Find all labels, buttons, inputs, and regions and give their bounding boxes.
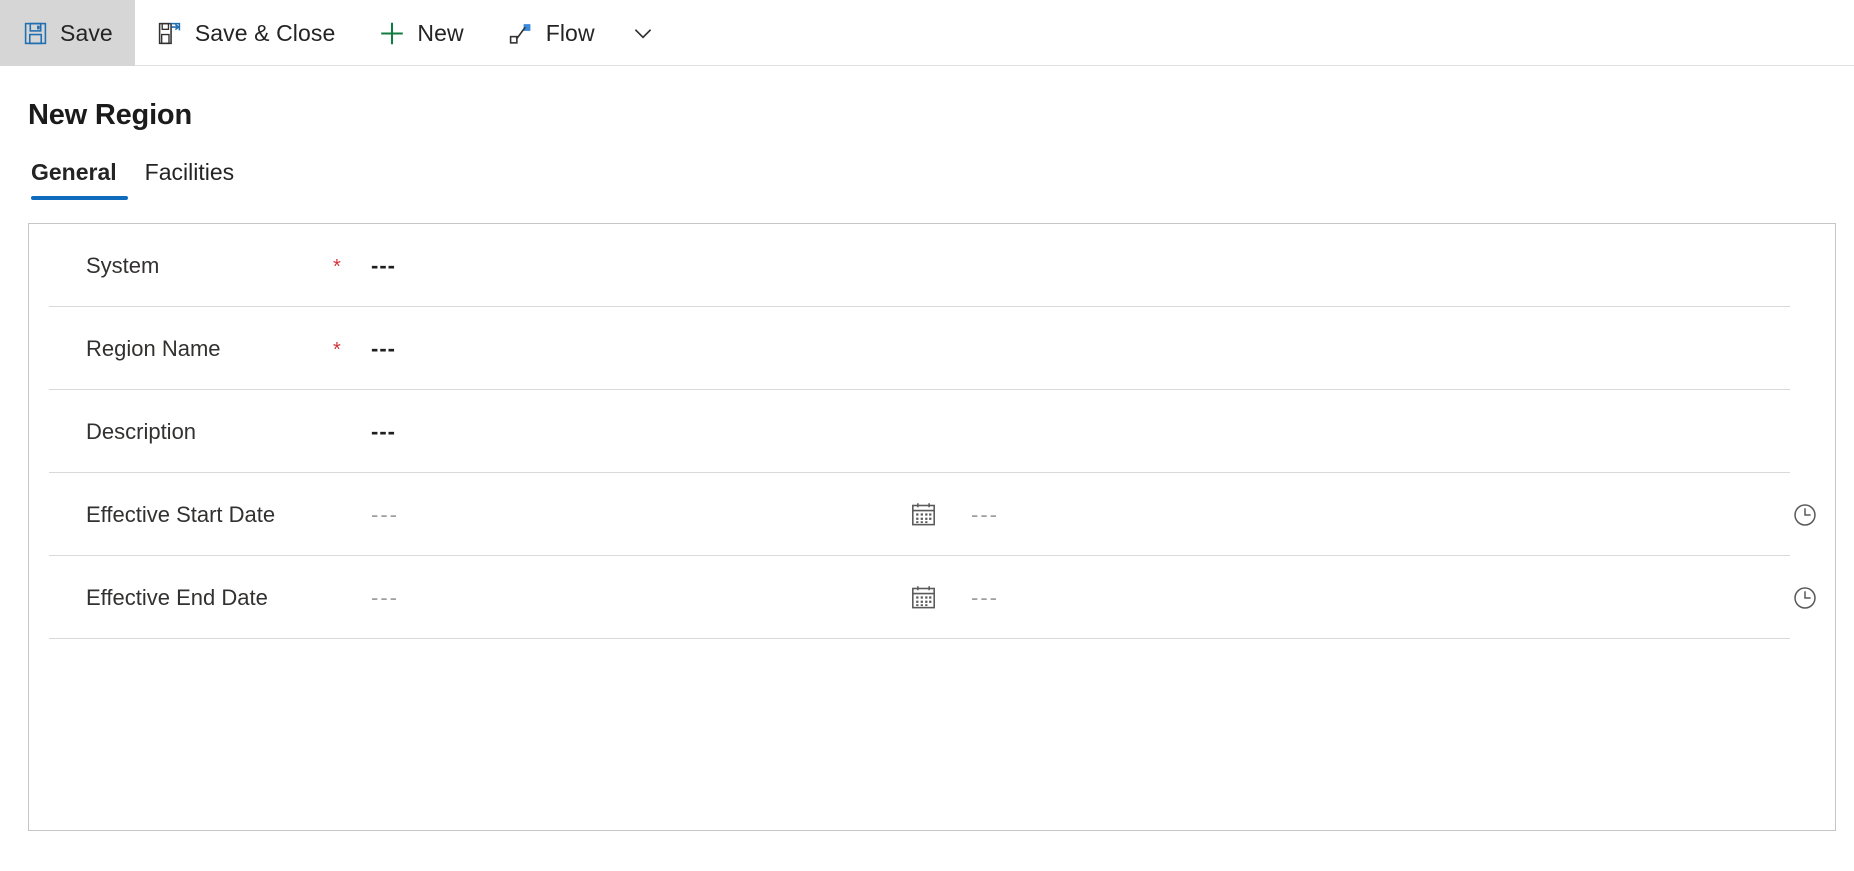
field-row-description: Description ---: [29, 390, 1835, 473]
calendar-icon[interactable]: [901, 580, 945, 616]
save-and-close-button-label: Save & Close: [194, 19, 336, 46]
required-indicator-effective-start-date: [333, 514, 371, 516]
save-icon: [22, 20, 48, 46]
new-button-label: New: [417, 19, 464, 46]
field-label-effective-start-date: Effective Start Date: [86, 501, 276, 527]
save-and-close-button[interactable]: Save & Close: [135, 0, 358, 66]
tab-general-label: General: [31, 159, 117, 185]
field-value-region-name[interactable]: ---: [371, 336, 396, 362]
tab-facilities-label: Facilities: [144, 159, 235, 185]
field-value-effective-start-date: ---: [371, 501, 399, 527]
calendar-icon[interactable]: [901, 497, 945, 533]
flow-button[interactable]: Flow: [486, 0, 617, 66]
save-button[interactable]: Save: [0, 0, 135, 66]
clock-icon[interactable]: [1785, 497, 1825, 533]
required-indicator-effective-end-date: [333, 597, 371, 599]
field-value-effective-start-time: ---: [971, 501, 999, 527]
field-row-region-name: Region Name * ---: [29, 307, 1835, 390]
field-value-system[interactable]: ---: [371, 253, 396, 279]
tab-general[interactable]: General: [28, 159, 131, 200]
command-bar: Save Save & Close New Flow: [0, 0, 1854, 66]
plus-icon: [379, 20, 405, 46]
command-bar-overflow-button[interactable]: [617, 0, 669, 66]
flow-icon: [508, 20, 534, 46]
field-row-effective-start-date: Effective Start Date --- ---: [29, 473, 1835, 556]
field-label-description: Description: [86, 418, 197, 444]
field-label-region-name: Region Name: [86, 335, 221, 361]
form-card: System * --- Region Name * --- Descripti…: [28, 223, 1836, 831]
field-row-effective-end-date: Effective End Date --- ---: [29, 556, 1835, 639]
clock-icon[interactable]: [1785, 580, 1825, 616]
flow-button-label: Flow: [545, 19, 595, 46]
field-label-system: System: [86, 252, 160, 278]
save-button-label: Save: [60, 19, 113, 46]
effective-end-date-input[interactable]: ---: [371, 585, 901, 611]
effective-end-time-input[interactable]: ---: [971, 585, 1491, 611]
row-divider: [49, 638, 1790, 639]
field-label-effective-end-date: Effective End Date: [86, 584, 268, 610]
field-value-description[interactable]: ---: [371, 419, 396, 445]
new-button[interactable]: New: [357, 0, 485, 66]
save-and-close-icon: [157, 20, 183, 46]
chevron-down-icon: [630, 20, 656, 46]
effective-start-date-input[interactable]: ---: [371, 502, 901, 528]
effective-start-time-input[interactable]: ---: [971, 502, 1491, 528]
page-title: New Region: [28, 99, 192, 131]
required-indicator-description: [333, 431, 371, 433]
page-body: New Region General Facilities System * -…: [0, 99, 1854, 831]
tab-strip: General Facilities: [28, 159, 1854, 200]
field-value-effective-end-time: ---: [971, 584, 999, 610]
field-value-effective-end-date: ---: [371, 584, 399, 610]
required-indicator-system: *: [333, 255, 341, 278]
field-row-system: System * ---: [29, 224, 1835, 307]
required-indicator-region-name: *: [333, 338, 341, 361]
tab-facilities[interactable]: Facilities: [131, 159, 248, 200]
